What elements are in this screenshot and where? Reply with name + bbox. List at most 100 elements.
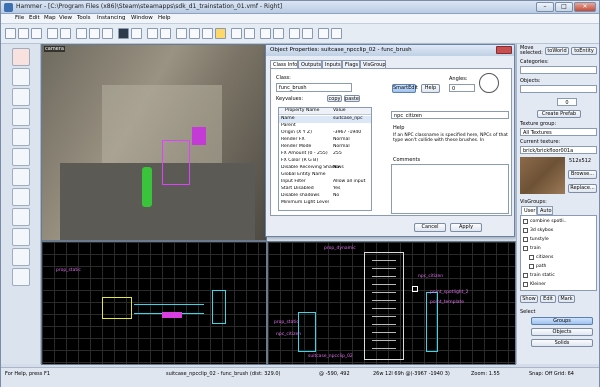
value-field[interactable]: npc_citizen <box>391 111 509 119</box>
overlay-tool-icon[interactable] <box>12 208 30 226</box>
apply-button[interactable]: Apply <box>450 223 482 232</box>
top-viewport[interactable]: prop_static <box>41 241 267 365</box>
visgroup-checkbox[interactable] <box>523 237 528 242</box>
visgroup-item[interactable]: combine spotli.. <box>530 219 567 224</box>
texture-group-select[interactable]: All Textures <box>520 128 597 136</box>
textured-icon[interactable] <box>202 28 213 39</box>
browse-button[interactable]: Browse... <box>568 170 597 179</box>
visgroup-checkbox[interactable] <box>529 255 534 260</box>
current-texture-select[interactable]: brick/brickfloor001a <box>520 146 597 154</box>
table-row[interactable]: Start Disabled Yes <box>279 186 371 193</box>
unhide-icon[interactable] <box>131 28 142 39</box>
dialog-close-button[interactable] <box>496 46 512 54</box>
side-viewport[interactable]: prop_dynamic npc_citizen point_spotlight… <box>267 241 516 365</box>
wireframe-icon[interactable] <box>176 28 187 39</box>
minimize-button[interactable]: – <box>536 2 554 12</box>
tab-auto[interactable]: Auto <box>537 206 553 215</box>
preview-icon[interactable] <box>318 28 329 39</box>
camera-viewport[interactable]: camera <box>41 44 267 241</box>
comments-field[interactable] <box>391 164 509 214</box>
texture-lock-icon[interactable] <box>160 28 171 39</box>
entity-tool-icon[interactable] <box>12 108 30 126</box>
3d-grid-icon[interactable] <box>47 28 58 39</box>
categories-select[interactable] <box>520 66 597 74</box>
maximize-button[interactable]: □ <box>555 2 573 12</box>
cordon-icon[interactable] <box>147 28 158 39</box>
table-row[interactable]: FX Amount (0 - 255) 255 <box>279 151 371 158</box>
magnify-tool-icon[interactable] <box>12 68 30 86</box>
visgroup-checkbox[interactable] <box>523 219 528 224</box>
objects-select[interactable] <box>520 85 597 93</box>
groups-button[interactable]: Groups <box>531 317 593 325</box>
tab-user[interactable]: User <box>521 206 537 215</box>
visgroup-checkbox[interactable] <box>523 246 528 251</box>
visgroup-item[interactable]: tunstyle <box>530 237 549 242</box>
grid-smaller-icon[interactable] <box>18 28 29 39</box>
paste-button[interactable]: paste <box>344 95 360 102</box>
table-row[interactable]: Minimum Light Level <box>279 200 371 207</box>
class-select[interactable]: func_brush <box>276 83 352 92</box>
cancel-button[interactable]: Cancel <box>414 223 446 232</box>
visgroup-item[interactable]: Kleiner <box>530 282 546 287</box>
hide-icon[interactable] <box>118 28 129 39</box>
check-problems-icon[interactable] <box>260 28 271 39</box>
camera-tool-icon[interactable] <box>12 88 30 106</box>
ungroup-icon[interactable] <box>102 28 113 39</box>
objects-button[interactable]: Objects <box>531 328 593 336</box>
entity-report-icon[interactable] <box>244 28 255 39</box>
table-row[interactable]: Disable shadows No <box>279 193 371 200</box>
mark-button[interactable]: Mark <box>558 295 575 303</box>
carve-icon[interactable] <box>76 28 87 39</box>
table-row[interactable]: FX Color (R G B) <box>279 158 371 165</box>
sound-icon[interactable] <box>289 28 300 39</box>
visgroup-item[interactable]: train <box>530 246 541 251</box>
instance-icon[interactable] <box>302 28 313 39</box>
create-prefab-button[interactable]: Create Prefab <box>537 110 581 118</box>
to-entity-button[interactable]: toEntity <box>571 47 597 55</box>
menu-help[interactable]: Help <box>158 15 171 21</box>
menu-window[interactable]: Window <box>131 15 153 21</box>
visgroup-item[interactable]: citizens <box>536 255 553 260</box>
objects-count[interactable]: 0 <box>557 98 577 106</box>
menu-file[interactable]: File <box>15 15 24 21</box>
table-row[interactable]: Global Entity Name <box>279 172 371 179</box>
decal-tool-icon[interactable] <box>12 188 30 206</box>
table-row[interactable]: Render Mode Normal <box>279 144 371 151</box>
show-button[interactable]: Show <box>520 295 538 303</box>
block-tool-icon[interactable] <box>12 128 30 146</box>
visgroup-item[interactable]: 3d skybox <box>530 228 553 233</box>
table-row[interactable]: Origin (X Y Z) -3967 -1940 <box>279 130 371 137</box>
run-map-icon[interactable] <box>231 28 242 39</box>
grid-toggle-icon[interactable] <box>5 28 16 39</box>
copy-button[interactable]: copy <box>327 95 342 102</box>
visgroup-item[interactable]: train static <box>530 273 555 278</box>
menu-map[interactable]: Map <box>44 15 56 21</box>
close-button[interactable]: ✕ <box>574 2 596 12</box>
vertex-tool-icon[interactable] <box>12 248 30 266</box>
angle-dial-icon[interactable] <box>479 73 499 93</box>
menu-instancing[interactable]: Instancing <box>97 15 126 21</box>
solids-button[interactable]: Solids <box>531 339 593 347</box>
help-button[interactable]: Help <box>421 84 440 93</box>
visgroup-checkbox[interactable] <box>523 282 528 287</box>
texture-tool-icon[interactable] <box>12 148 30 166</box>
visgroup-checkbox[interactable] <box>523 273 528 278</box>
path-tool-icon[interactable] <box>12 268 30 286</box>
help-icon[interactable] <box>331 28 342 39</box>
visgroup-item[interactable]: path <box>536 264 546 269</box>
menu-edit[interactable]: Edit <box>29 15 40 21</box>
selection-tool-icon[interactable] <box>12 48 30 66</box>
table-row[interactable]: Parent <box>279 123 371 130</box>
visgroup-checkbox[interactable] <box>529 264 534 269</box>
table-row[interactable]: Input Filter Allow all input <box>279 179 371 186</box>
table-row[interactable]: Disable Receiving Shadows No <box>279 165 371 172</box>
smartedit-button[interactable]: SmartEdit <box>392 84 418 93</box>
polygon-icon[interactable] <box>189 28 200 39</box>
clipping-tool-icon[interactable] <box>12 228 30 246</box>
angles-select[interactable]: 0 <box>449 84 475 92</box>
lightmap-icon[interactable] <box>215 28 226 39</box>
toggle-models-icon[interactable] <box>273 28 284 39</box>
menu-view[interactable]: View <box>59 15 72 21</box>
snap-icon[interactable] <box>60 28 71 39</box>
replace-button[interactable]: Replace... <box>568 184 597 193</box>
